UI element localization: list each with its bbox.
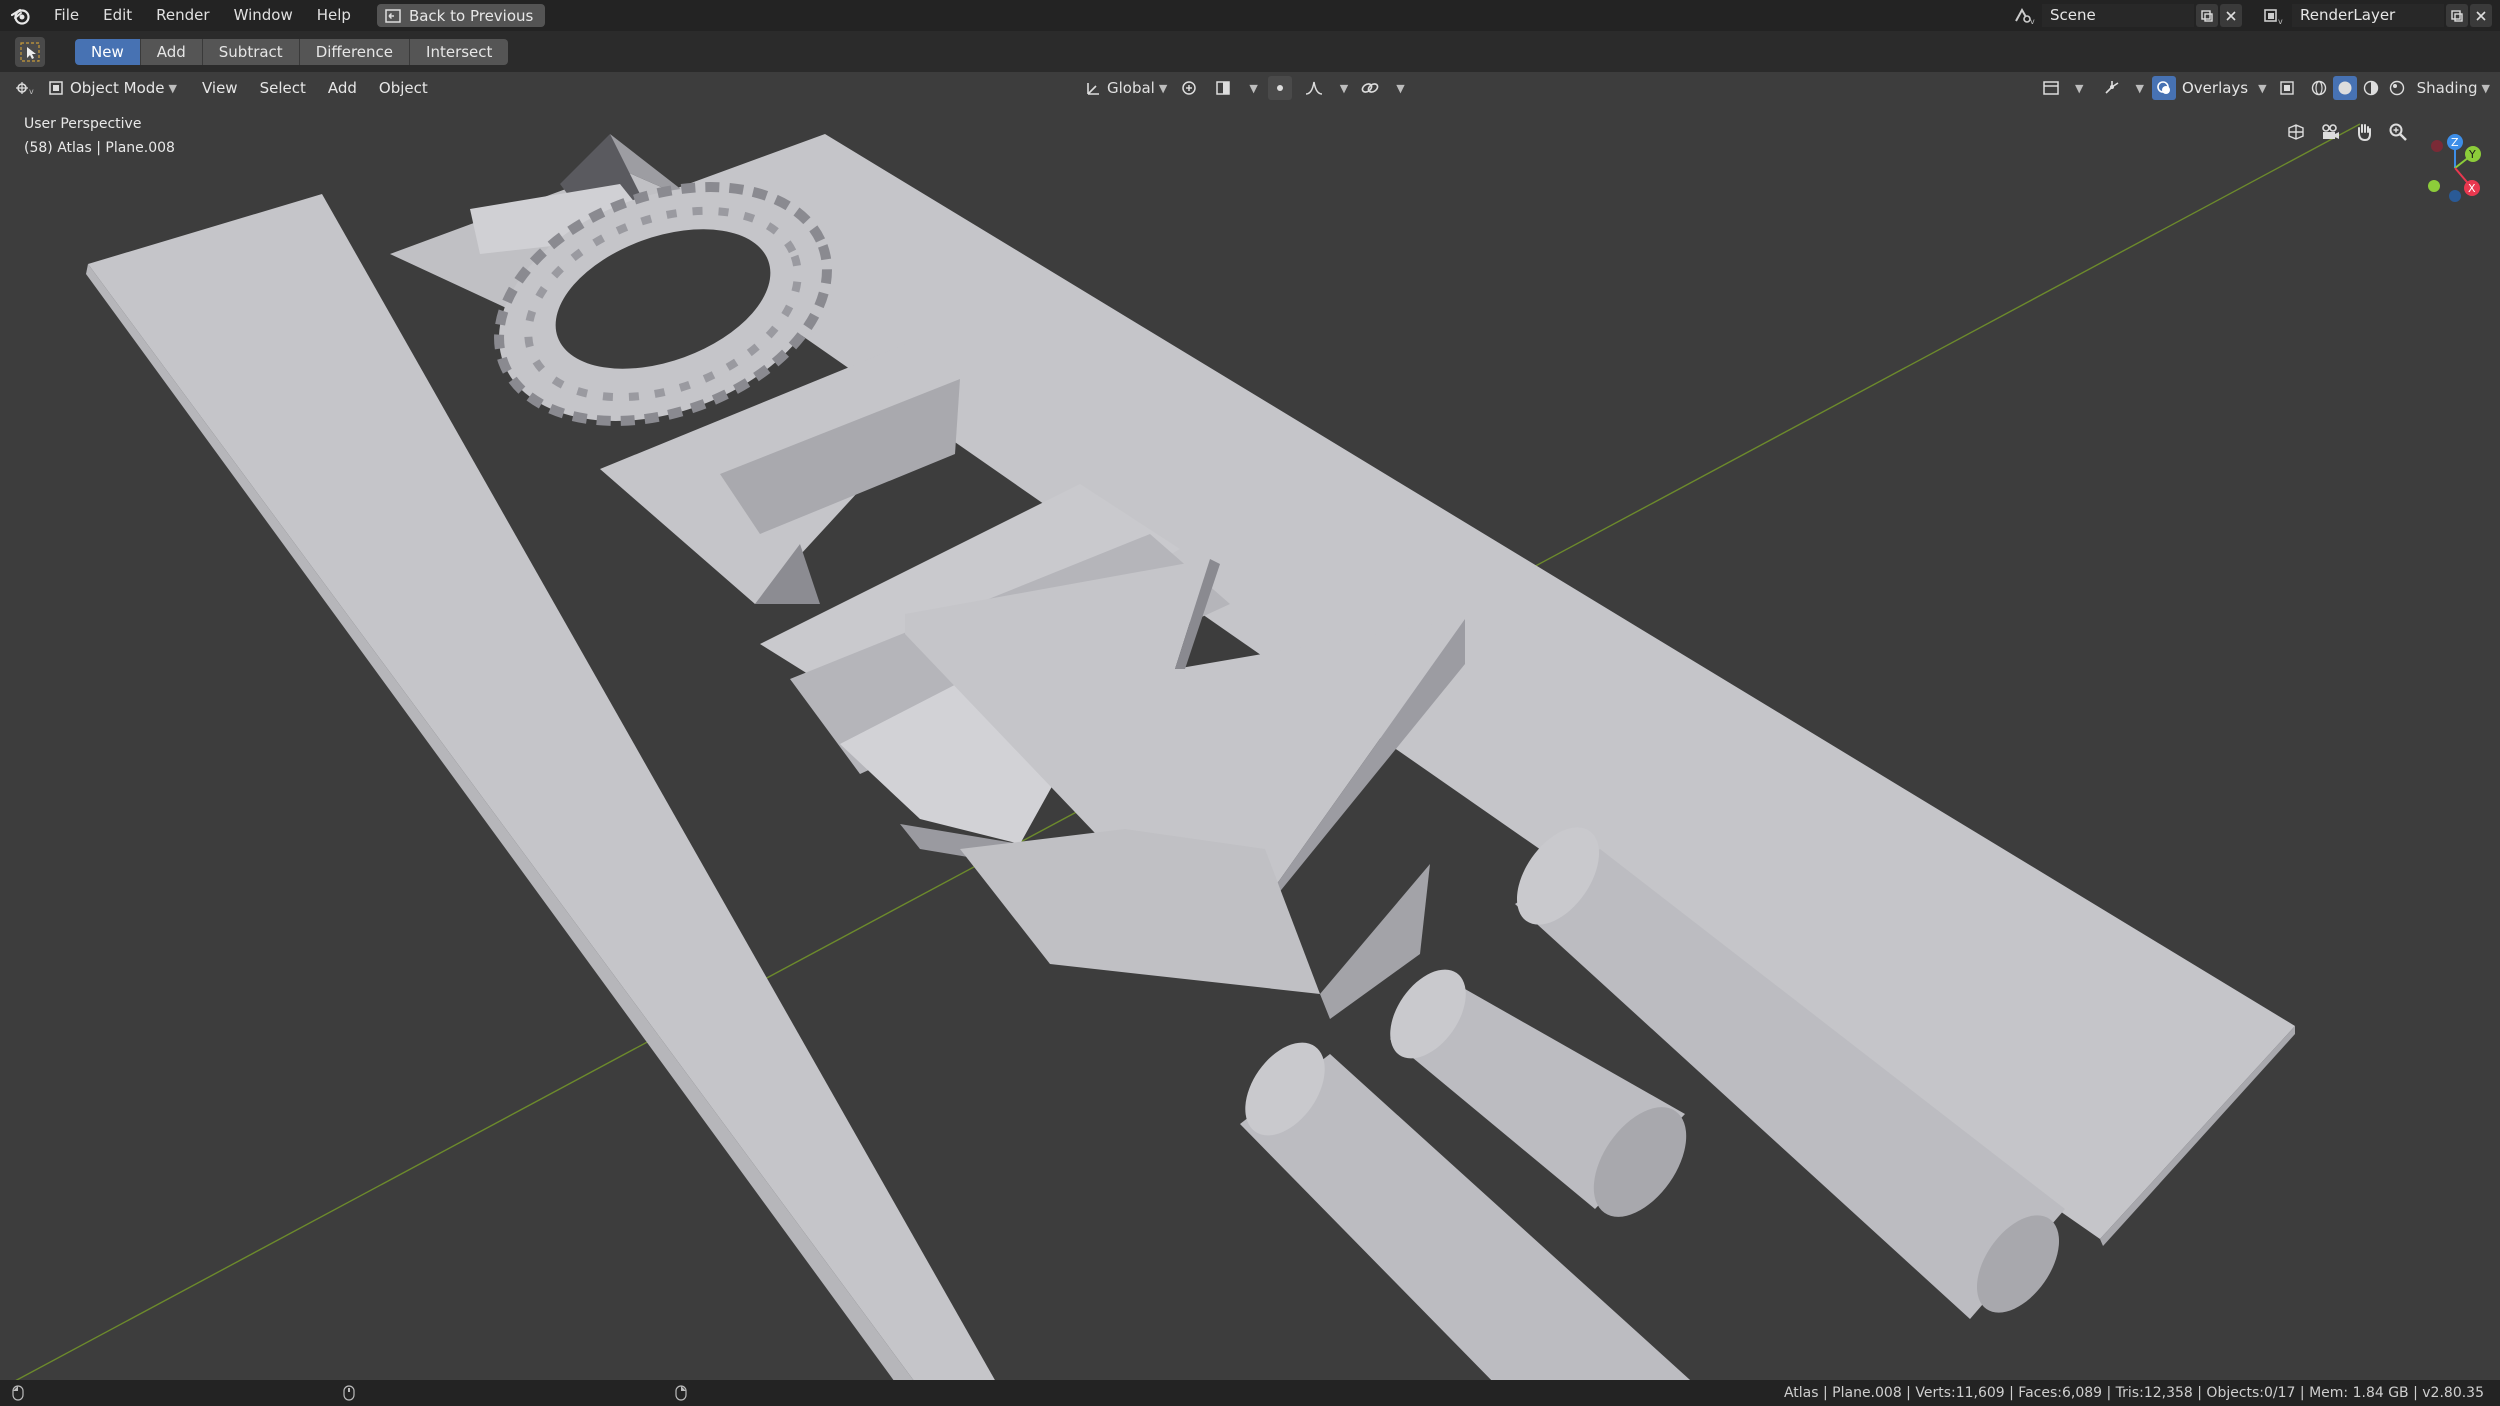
proportional-edit-falloff-icon[interactable] — [1302, 76, 1326, 100]
chevron-down-icon: ▼ — [2481, 81, 2490, 95]
lower-wedge — [960, 829, 1320, 994]
menu-select[interactable]: Select — [249, 79, 317, 97]
mouse-left-icon — [12, 1385, 24, 1405]
transform-tools: Global ▼ ▼ ▼ ▼ — [1085, 72, 1405, 104]
object-type-visibility-icon[interactable] — [2039, 76, 2063, 100]
3d-viewport[interactable]: User Perspective (58) Atlas | Plane.008 … — [0, 104, 2500, 1380]
blender-logo-icon[interactable] — [10, 5, 32, 27]
scene-statistics: Atlas | Plane.008 | Verts:11,609 | Faces… — [1783, 1385, 2484, 1401]
back-to-previous-button[interactable]: Back to Previous — [376, 4, 546, 27]
boolean-add-button[interactable]: Add — [140, 38, 203, 65]
select-tool-button[interactable] — [15, 36, 45, 67]
svg-text:v: v — [29, 87, 34, 96]
workspace-selectors: v Scene v RenderLayer — [2006, 0, 2500, 31]
overlays-label: Overlays — [2181, 79, 2249, 97]
boolean-intersect-button[interactable]: Intersect — [410, 38, 509, 65]
zoom-icon[interactable] — [2386, 120, 2410, 144]
mouse-middle-icon — [343, 1385, 355, 1405]
viewport-header: v Object Mode ▼ View Select Add Object G… — [0, 72, 2500, 104]
render-layer-new-icon[interactable] — [2446, 4, 2468, 27]
camera-view-icon[interactable] — [2318, 120, 2342, 144]
render-layer-close-icon[interactable] — [2470, 4, 2492, 27]
svg-text:v: v — [2030, 17, 2035, 25]
menu-object[interactable]: Object — [368, 79, 439, 97]
object-mode-label: Object Mode — [70, 79, 165, 97]
menu-view[interactable]: View — [191, 79, 249, 97]
scene-close-icon[interactable] — [2220, 4, 2242, 27]
boolean-subtract-button[interactable]: Subtract — [202, 38, 300, 65]
render-layer-selector[interactable]: v RenderLayer — [2256, 4, 2500, 27]
gizmo-y-label: Y — [2468, 148, 2476, 161]
menu-file[interactable]: File — [42, 0, 91, 31]
chevron-down-icon: ▼ — [2258, 81, 2267, 95]
menu-window[interactable]: Window — [222, 0, 305, 31]
pan-hand-icon[interactable] — [2352, 120, 2376, 144]
solid-shading-icon[interactable] — [2332, 76, 2357, 100]
fullscreen-exit-icon — [385, 8, 401, 23]
transform-orientation-dropdown[interactable]: Global ▼ — [1085, 76, 1167, 100]
orientation-icon — [1085, 80, 1101, 96]
viewport-navigation — [2284, 120, 2410, 144]
scene-icon: v — [2006, 7, 2042, 25]
orientation-label: Global — [1107, 79, 1155, 97]
menu-help[interactable]: Help — [305, 0, 363, 31]
link-icon[interactable] — [1358, 76, 1382, 100]
navigation-gizmo[interactable]: Z Y X — [2410, 120, 2500, 220]
gizmo-z-label: Z — [2451, 136, 2459, 149]
boolean-new-button[interactable]: New — [75, 38, 141, 65]
mouse-right-icon — [675, 1385, 687, 1405]
boolean-toolbar: New Add Subtract Difference Intersect — [0, 31, 2500, 72]
svg-text:v: v — [2278, 17, 2283, 25]
overlays-dropdown[interactable]: Overlays ▼ — [2151, 76, 2267, 100]
scene-name-field[interactable]: Scene — [2042, 4, 2194, 27]
menu-edit[interactable]: Edit — [91, 0, 144, 31]
material-shading-icon[interactable] — [2359, 76, 2383, 100]
rendered-shading-icon[interactable] — [2385, 76, 2409, 100]
chevron-down-icon[interactable]: ▼ — [2075, 82, 2083, 95]
boolean-difference-button[interactable]: Difference — [299, 38, 411, 65]
chevron-down-icon[interactable]: ▼ — [1396, 82, 1404, 95]
back-to-previous-label: Back to Previous — [408, 6, 534, 25]
editor-type-icon[interactable]: v — [14, 76, 36, 100]
object-mode-dropdown[interactable]: Object Mode ▼ — [42, 76, 183, 100]
display-tools: ▼ ▼ Overlays ▼ Shading ▼ — [2039, 72, 2500, 104]
scene-new-icon[interactable] — [2196, 4, 2218, 27]
shading-mode-group — [2307, 76, 2409, 100]
shading-label: Shading — [2416, 79, 2478, 97]
wireframe-shading-icon[interactable] — [2307, 76, 2331, 100]
gizmo-x-label: X — [2468, 182, 2476, 195]
chevron-down-icon: ▼ — [1158, 81, 1168, 95]
xray-toggle-icon[interactable] — [2275, 76, 2299, 100]
viewport-scene — [15, 123, 2361, 1380]
snap-target-icon[interactable] — [1267, 76, 1292, 100]
gizmo-toggle-icon[interactable] — [2100, 76, 2124, 100]
chevron-down-icon[interactable]: ▼ — [1249, 82, 1257, 95]
menu-add[interactable]: Add — [317, 79, 368, 97]
pivot-point-icon[interactable] — [1177, 76, 1201, 100]
chevron-down-icon[interactable]: ▼ — [1340, 82, 1348, 95]
overlays-icon — [2151, 76, 2176, 100]
scene-selector[interactable]: v Scene — [2006, 4, 2242, 27]
render-layer-icon: v — [2256, 7, 2292, 25]
object-info-label: (58) Atlas | Plane.008 — [24, 140, 175, 156]
top-menu-bar: File Edit Render Window Help Back to Pre… — [0, 0, 2500, 31]
chevron-down-icon[interactable]: ▼ — [2136, 82, 2144, 95]
view-name-label: User Perspective — [24, 116, 142, 132]
render-layer-name-field[interactable]: RenderLayer — [2292, 4, 2444, 27]
snap-icon[interactable] — [1211, 76, 1235, 100]
object-mode-icon — [48, 80, 64, 96]
perspective-toggle-icon[interactable] — [2284, 120, 2308, 144]
status-bar: Atlas | Plane.008 | Verts:11,609 | Faces… — [0, 1380, 2500, 1406]
chevron-down-icon: ▼ — [168, 81, 177, 95]
menu-render[interactable]: Render — [144, 0, 221, 31]
boolean-mode-group: New Add Subtract Difference Intersect — [75, 38, 509, 65]
shading-dropdown[interactable]: Shading ▼ — [2417, 76, 2490, 100]
